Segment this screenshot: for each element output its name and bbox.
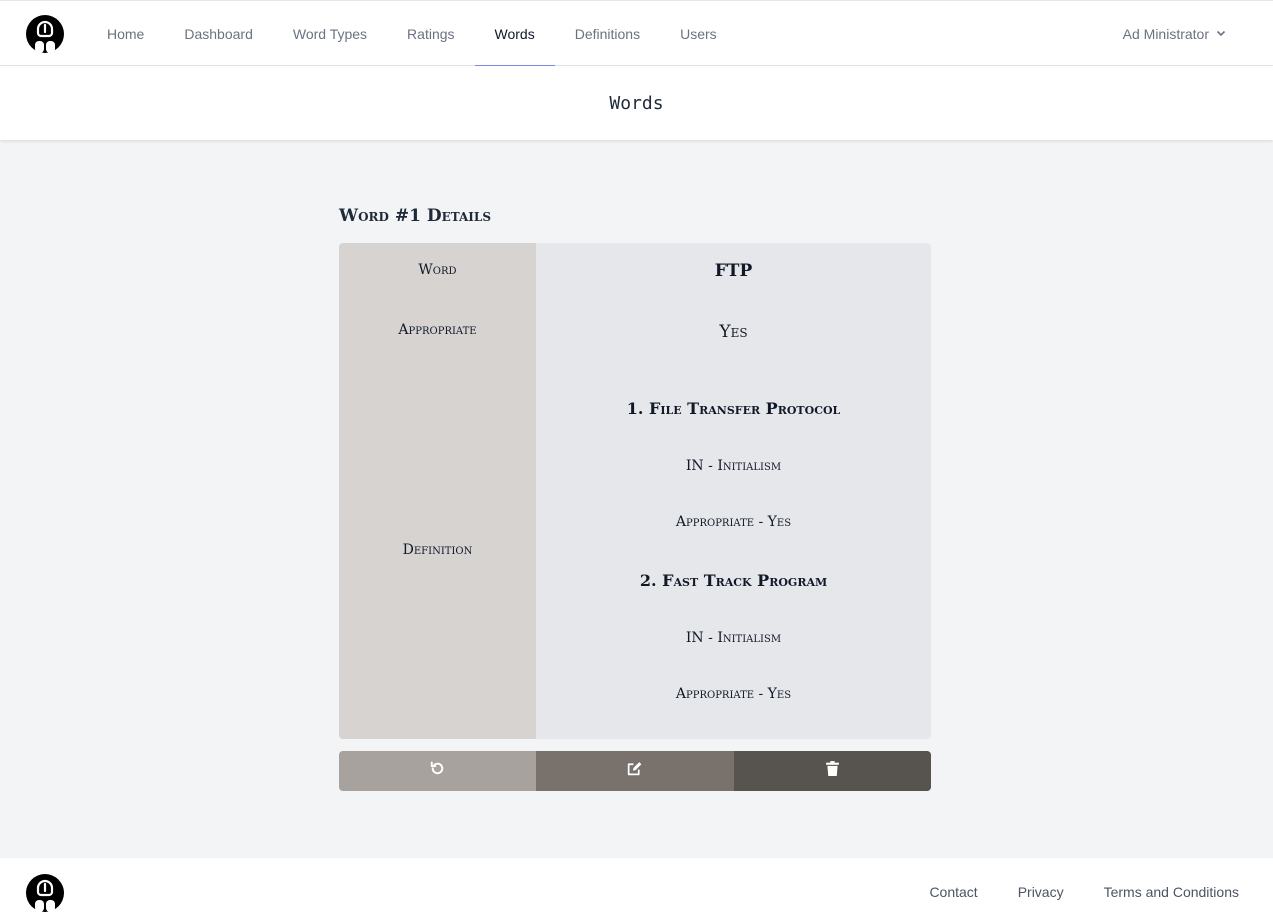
user-menu[interactable]: Ad Ministrator: [1123, 1, 1227, 66]
appropriate-value: Yes: [719, 322, 748, 342]
nav-users[interactable]: Users: [660, 1, 737, 66]
details-heading: Word #1 Details: [339, 206, 492, 226]
definition-1-appropriate: Appropriate - Yes: [675, 514, 792, 530]
back-button[interactable]: [339, 751, 537, 791]
word-details-card: Word FTP Appropriate Yes Definition 1. F…: [339, 243, 931, 739]
definition-1-title: 1. File Transfer Protocol: [626, 399, 841, 418]
nav-word-types[interactable]: Word Types: [273, 1, 387, 66]
action-bar: [339, 751, 931, 791]
footer-link-terms[interactable]: Terms and Conditions: [1104, 884, 1239, 900]
nav-ratings[interactable]: Ratings: [387, 1, 474, 66]
top-navigation: Home Dashboard Word Types Ratings Words …: [0, 0, 1273, 67]
footer-logo-icon[interactable]: [26, 874, 64, 912]
logo-icon[interactable]: [26, 15, 64, 53]
delete-button[interactable]: [733, 751, 931, 791]
appropriate-label: Appropriate: [398, 322, 477, 338]
definition-2-title: 2. Fast Track Program: [639, 571, 828, 590]
definition-1-type: IN - Initialism: [685, 458, 782, 474]
page-title: Words: [609, 92, 664, 114]
trash-icon: [824, 760, 841, 782]
user-name: Ad Ministrator: [1122, 25, 1209, 42]
nav-definitions[interactable]: Definitions: [555, 1, 660, 66]
nav-words[interactable]: Words: [474, 1, 555, 67]
edit-icon: [626, 760, 643, 782]
edit-button[interactable]: [536, 751, 734, 791]
word-value: FTP: [714, 261, 753, 281]
label-column: [339, 243, 536, 739]
word-label: Word: [418, 262, 457, 278]
definition-2-appropriate: Appropriate - Yes: [675, 686, 792, 702]
definition-label: Definition: [402, 542, 473, 558]
footer-link-privacy[interactable]: Privacy: [1018, 884, 1064, 900]
definition-2-type: IN - Initialism: [685, 630, 782, 646]
page-header: Words: [0, 66, 1273, 140]
undo-icon: [429, 760, 446, 782]
footer: Contact Privacy Terms and Conditions: [0, 858, 1273, 920]
nav-dashboard[interactable]: Dashboard: [164, 1, 273, 66]
footer-link-contact[interactable]: Contact: [929, 884, 977, 900]
nav-home[interactable]: Home: [87, 1, 164, 66]
main-nav: Home Dashboard Word Types Ratings Words …: [87, 1, 737, 67]
footer-links: Contact Privacy Terms and Conditions: [929, 884, 1239, 900]
chevron-down-icon: [1215, 26, 1227, 42]
